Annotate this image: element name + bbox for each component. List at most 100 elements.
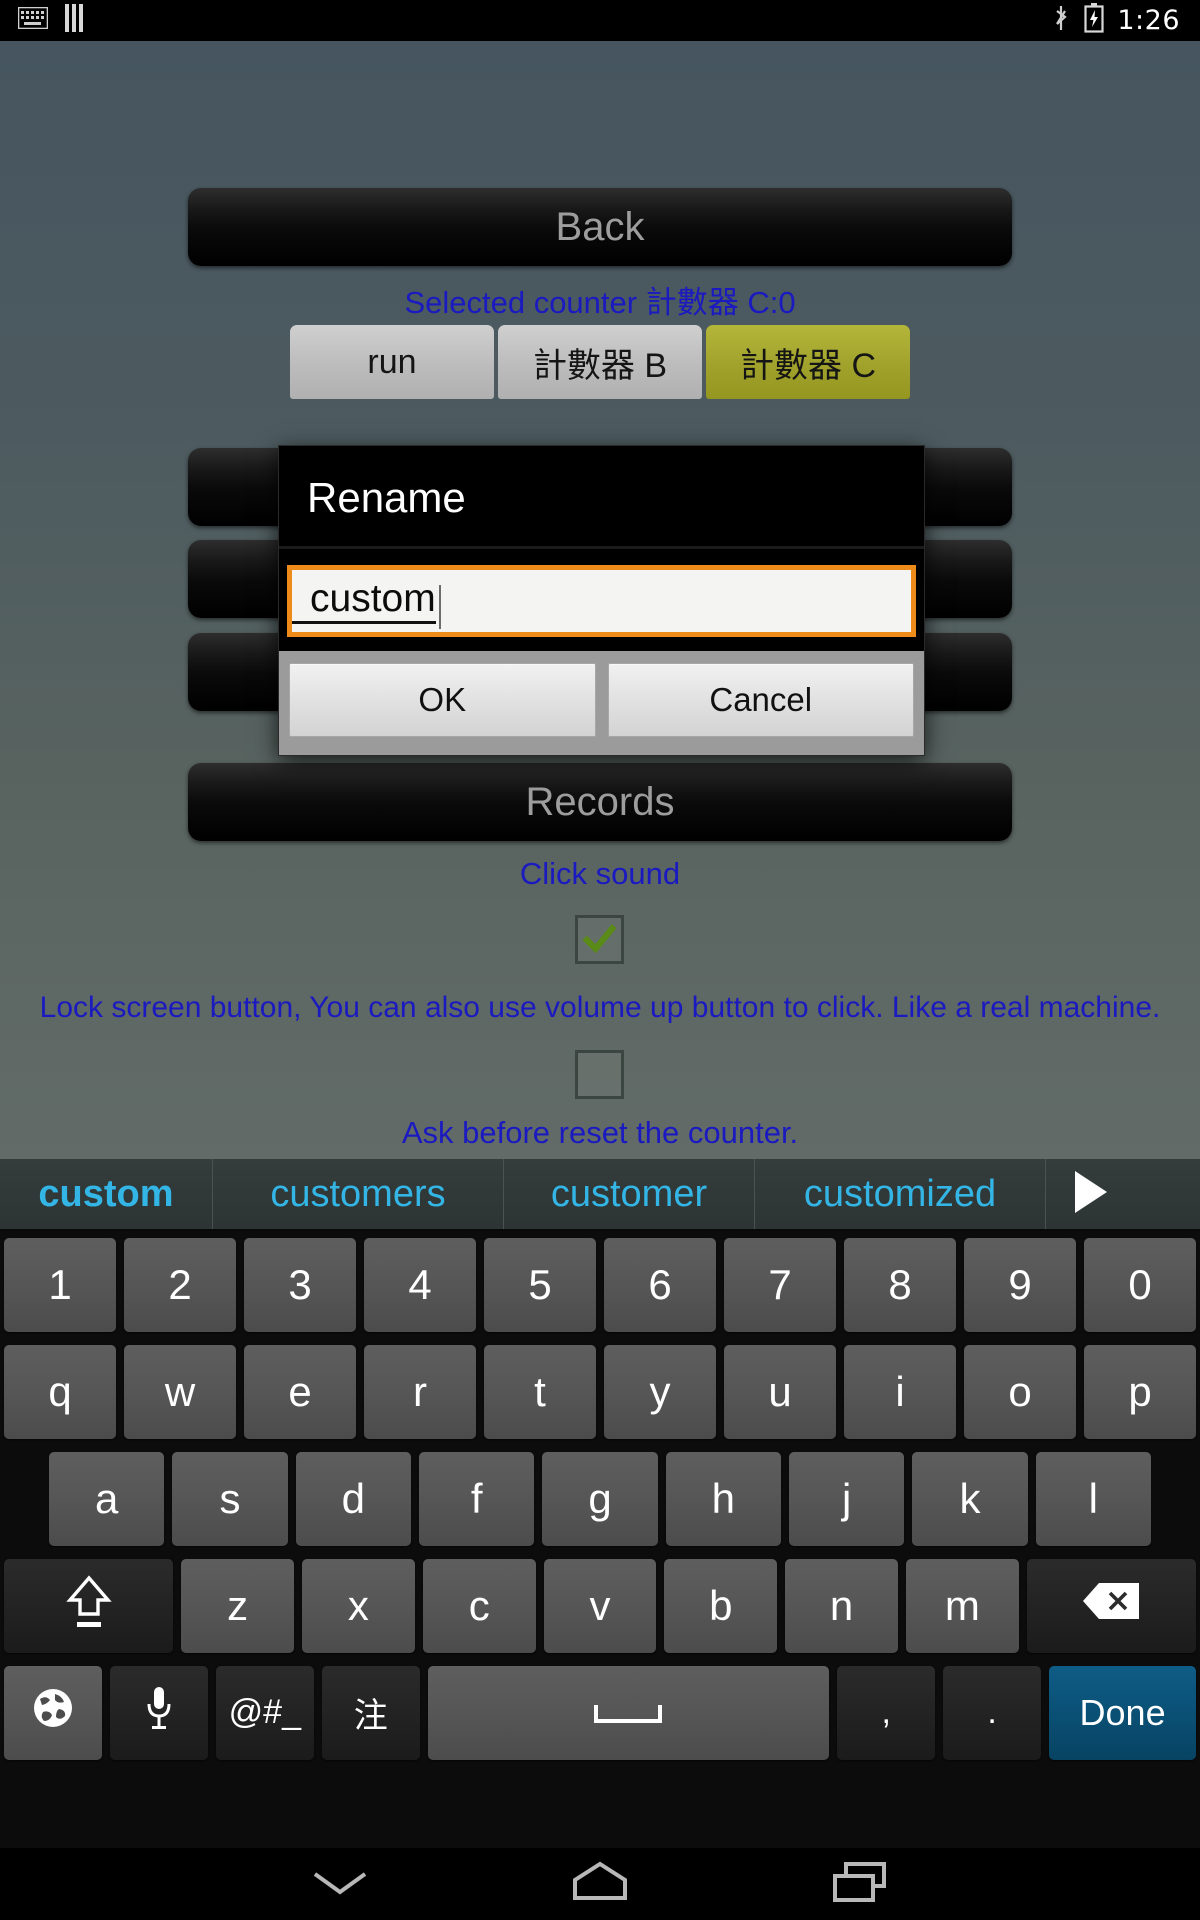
- counter-tab-c[interactable]: 計數器 C: [706, 325, 910, 399]
- dialog-cancel-button[interactable]: Cancel: [607, 663, 914, 737]
- key-q[interactable]: q: [4, 1344, 116, 1439]
- key-d[interactable]: d: [295, 1451, 411, 1546]
- click-sound-checkbox[interactable]: [575, 915, 624, 964]
- counter-tab-b[interactable]: 計數器 B: [498, 325, 702, 399]
- hide-keyboard-button[interactable]: [210, 1848, 470, 1920]
- keyboard-row-numbers: 1 2 3 4 5 6 7 8 9 0: [0, 1231, 1200, 1338]
- key-label: p: [1128, 1367, 1152, 1415]
- voice-input-key[interactable]: [109, 1665, 208, 1760]
- suggestion-2[interactable]: customer: [504, 1159, 755, 1229]
- keyboard-row-home: a s d f g h j k l: [0, 1445, 1200, 1552]
- home-button[interactable]: [470, 1848, 730, 1920]
- space-bar-icon: [588, 1689, 668, 1737]
- key-label: m: [944, 1581, 980, 1629]
- shift-key[interactable]: [4, 1558, 174, 1653]
- keyboard-row-function: @#_ 注 , . Done: [0, 1659, 1200, 1766]
- key-label: l: [1088, 1474, 1098, 1522]
- status-bar-left: [0, 2, 90, 39]
- key-label: 7: [768, 1260, 792, 1308]
- key-6[interactable]: 6: [604, 1237, 716, 1332]
- microphone-icon: [144, 1684, 174, 1741]
- key-label: ,: [881, 1693, 891, 1731]
- key-k[interactable]: k: [912, 1451, 1028, 1546]
- back-button[interactable]: Back: [188, 188, 1012, 266]
- key-label: o: [1008, 1367, 1032, 1415]
- key-a[interactable]: a: [49, 1451, 165, 1546]
- space-key[interactable]: [427, 1665, 830, 1760]
- dialog-ok-button[interactable]: OK: [289, 663, 596, 737]
- key-label: 3: [288, 1260, 312, 1308]
- key-5[interactable]: 5: [484, 1237, 596, 1332]
- suggestion-1[interactable]: customers: [213, 1159, 504, 1229]
- rename-dialog: Rename custom OK Cancel: [278, 445, 925, 756]
- ime-key-label: 注: [353, 1697, 388, 1735]
- key-t[interactable]: t: [484, 1344, 596, 1439]
- key-v[interactable]: v: [543, 1558, 657, 1653]
- key-8[interactable]: 8: [844, 1237, 956, 1332]
- lock-screen-checkbox[interactable]: [575, 1050, 624, 1099]
- period-key[interactable]: .: [943, 1665, 1042, 1760]
- key-label: 0: [1128, 1260, 1152, 1308]
- key-b[interactable]: b: [664, 1558, 778, 1653]
- comma-key[interactable]: ,: [837, 1665, 936, 1760]
- status-bar-right: 1:26: [1051, 3, 1200, 38]
- backspace-key[interactable]: [1026, 1558, 1196, 1653]
- rename-input-field[interactable]: custom: [287, 565, 916, 637]
- records-button[interactable]: Records: [188, 763, 1012, 841]
- key-g[interactable]: g: [542, 1451, 658, 1546]
- key-7[interactable]: 7: [724, 1237, 836, 1332]
- key-label: x: [347, 1581, 369, 1629]
- navigation-bar: [0, 1848, 1200, 1920]
- key-0[interactable]: 0: [1084, 1237, 1196, 1332]
- key-x[interactable]: x: [302, 1558, 415, 1653]
- play-arrow-icon: [1067, 1167, 1113, 1222]
- recent-apps-button[interactable]: [730, 1848, 990, 1920]
- key-9[interactable]: 9: [964, 1237, 1076, 1332]
- counter-tab-run[interactable]: run: [290, 325, 494, 399]
- symbols-key-label: @#_: [228, 1693, 301, 1731]
- dialog-ok-label: OK: [418, 681, 467, 718]
- key-n[interactable]: n: [785, 1558, 898, 1653]
- key-e[interactable]: e: [244, 1344, 356, 1439]
- back-button-label: Back: [555, 204, 645, 249]
- key-4[interactable]: 4: [364, 1237, 476, 1332]
- rename-input-value: custom: [292, 579, 436, 624]
- globe-language-icon: [30, 1685, 76, 1740]
- key-c[interactable]: c: [422, 1558, 536, 1653]
- key-i[interactable]: i: [844, 1344, 956, 1439]
- key-3[interactable]: 3: [244, 1237, 356, 1332]
- key-z[interactable]: z: [181, 1558, 294, 1653]
- ime-switch-key[interactable]: 注: [321, 1665, 420, 1760]
- key-label: q: [48, 1367, 72, 1415]
- dialog-body: custom: [279, 549, 924, 651]
- key-p[interactable]: p: [1084, 1344, 1196, 1439]
- suggestion-expand-button[interactable]: [1046, 1159, 1134, 1229]
- key-h[interactable]: h: [665, 1451, 781, 1546]
- key-label: d: [341, 1474, 366, 1522]
- symbols-key[interactable]: @#_: [215, 1665, 314, 1760]
- key-w[interactable]: w: [124, 1344, 236, 1439]
- key-label: n: [829, 1581, 854, 1629]
- key-label: s: [219, 1474, 241, 1522]
- key-label: t: [534, 1367, 546, 1415]
- ask-before-reset-label: Ask before reset the counter.: [401, 1115, 799, 1150]
- key-u[interactable]: u: [724, 1344, 836, 1439]
- key-y[interactable]: y: [604, 1344, 716, 1439]
- key-j[interactable]: j: [788, 1451, 905, 1546]
- lock-screen-label: Lock screen button, You can also use vol…: [39, 991, 1161, 1024]
- key-2[interactable]: 2: [124, 1237, 236, 1332]
- key-1[interactable]: 1: [4, 1237, 116, 1332]
- dialog-title: Rename: [307, 474, 466, 521]
- key-o[interactable]: o: [964, 1344, 1076, 1439]
- key-f[interactable]: f: [419, 1451, 535, 1546]
- dialog-cancel-label: Cancel: [709, 681, 813, 718]
- key-r[interactable]: r: [364, 1344, 476, 1439]
- suggestion-3[interactable]: customized: [755, 1159, 1046, 1229]
- key-l[interactable]: l: [1035, 1451, 1151, 1546]
- done-key[interactable]: Done: [1049, 1665, 1197, 1760]
- language-key[interactable]: [3, 1665, 102, 1760]
- shift-arrow-icon: [63, 1570, 115, 1642]
- key-m[interactable]: m: [905, 1558, 1019, 1653]
- key-s[interactable]: s: [172, 1451, 288, 1546]
- suggestion-0[interactable]: custom: [0, 1159, 213, 1229]
